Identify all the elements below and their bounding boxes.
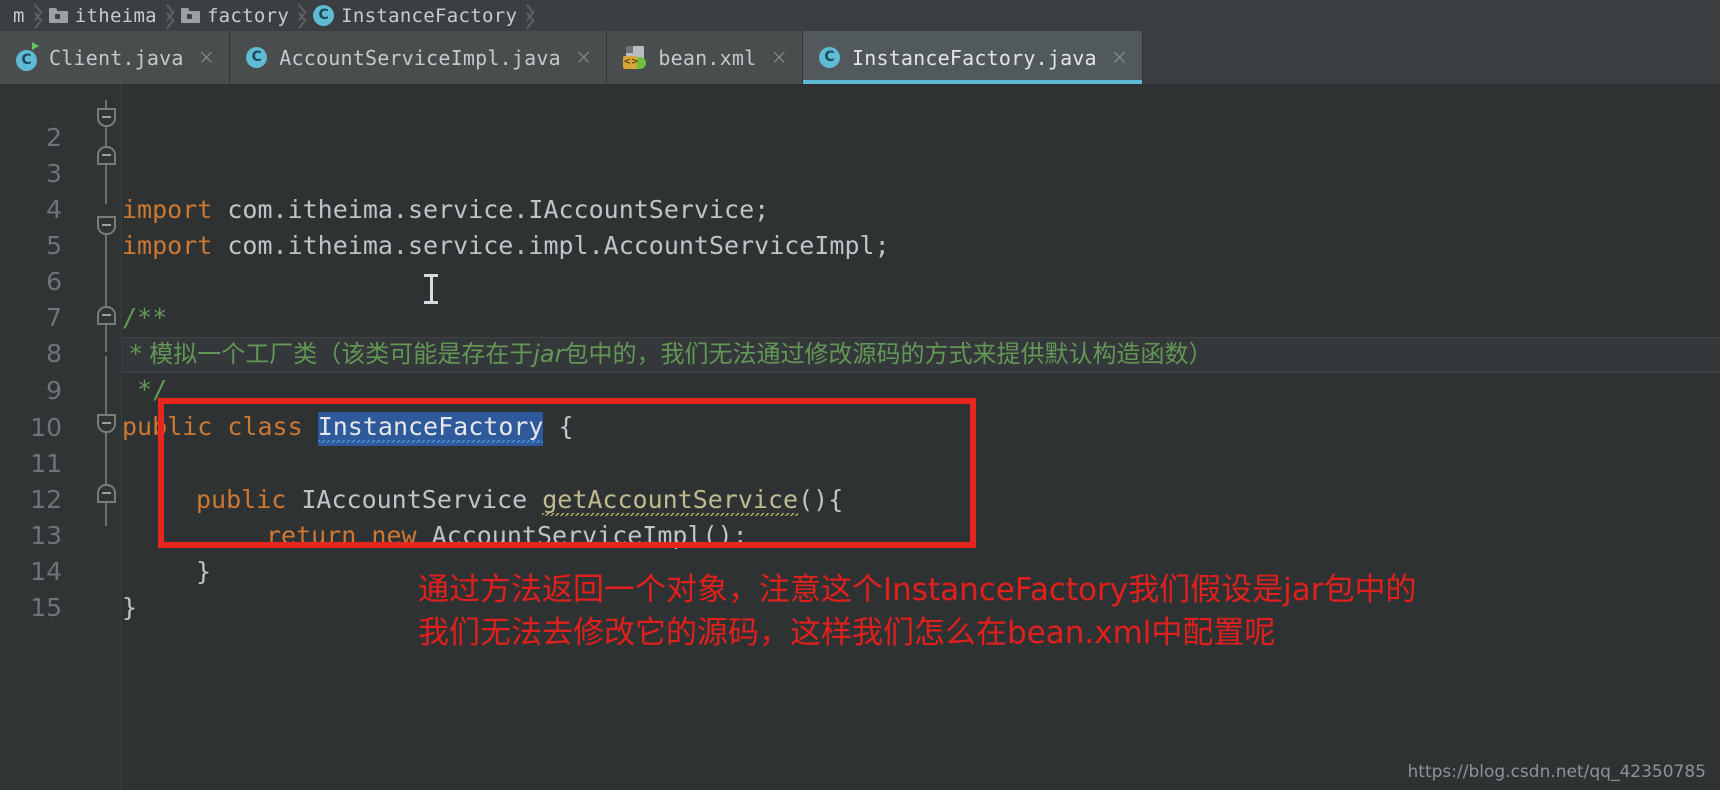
code-line: 10 <box>0 374 1720 442</box>
close-icon[interactable]: × <box>575 47 593 68</box>
tab-label: Client.java <box>49 45 184 70</box>
annotation-text-line-2: 我们无法去修改它的源码，这样我们怎么在bean.xml中配置呢 <box>418 615 1276 651</box>
tab-label: InstanceFactory.java <box>851 45 1097 70</box>
tab-label: AccountServiceImpl.java <box>279 45 561 70</box>
close-icon[interactable]: × <box>1111 47 1129 68</box>
tab-label: bean.xml <box>658 45 757 70</box>
breadcrumb-item-label: m <box>13 4 25 27</box>
tab-accountserviceimpl-java[interactable]: C AccountServiceImpl.java × <box>230 31 608 84</box>
folder-icon <box>48 8 68 23</box>
chevron-right-icon <box>293 0 307 31</box>
code-line: 5 <box>0 192 1720 260</box>
watermark-url: https://blog.csdn.net/qq_42350785 <box>1407 762 1706 782</box>
folder-icon <box>180 8 200 23</box>
chevron-right-icon <box>521 0 535 31</box>
ide-window: m itheima factory C InstanceFactory C Cl… <box>0 0 1720 790</box>
tab-instancefactory-java[interactable]: C InstanceFactory.java × <box>802 31 1144 84</box>
line-content: } <box>122 593 138 623</box>
chevron-right-icon <box>161 0 175 31</box>
tab-client-java[interactable]: C Client.java × <box>0 31 231 84</box>
code-line: 4 import com.itheima.service.impl.Accoun… <box>0 156 1720 260</box>
code-line: 9 public class InstanceFactory { <box>0 337 1720 447</box>
code-line: 2 <box>0 84 1720 152</box>
breadcrumb-item-label: itheima <box>74 4 157 27</box>
code-line: 8 */ <box>0 300 1720 404</box>
code-line: 3 import com.itheima.service.IAccountSer… <box>0 120 1720 224</box>
chevron-right-icon <box>29 0 43 31</box>
breadcrumb-item-factory[interactable]: factory <box>175 0 293 31</box>
code-line: 6 /** <box>0 228 1720 332</box>
tab-bean-xml[interactable]: <> bean.xml × <box>607 31 803 84</box>
java-class-icon: C <box>246 47 268 68</box>
code-line: 14 } <box>0 518 1720 622</box>
run-arrow-icon <box>32 41 39 50</box>
breadcrumb-item-module[interactable]: m <box>0 0 29 31</box>
text-cursor-icon <box>424 274 438 304</box>
annotation-text-line-1: 通过方法返回一个对象，注意这个InstanceFactory我们假设是jar包中… <box>418 572 1417 608</box>
breadcrumb-item-label: InstanceFactory <box>341 4 518 27</box>
xml-file-icon: <> <box>623 45 647 70</box>
code-line: 7 * 模拟一个工厂类（该类可能是存在于jar包中的，我们无法通过修改源码的方式… <box>0 264 1720 368</box>
close-icon[interactable]: × <box>770 47 788 68</box>
code-line: 13 } <box>0 482 1720 586</box>
breadcrumb-item-instancefactory[interactable]: C InstanceFactory <box>307 0 521 31</box>
code-line: 11 public IAccountService getAccountServ… <box>0 410 1720 517</box>
java-class-icon: C <box>16 41 39 71</box>
java-class-icon: C <box>313 5 335 26</box>
breadcrumb-item-label: factory <box>206 4 290 27</box>
code-editor[interactable]: 2 3 import com.itheima.service.IAccountS… <box>0 84 1720 790</box>
line-number: 15 <box>30 593 62 623</box>
close-icon[interactable]: × <box>198 47 216 68</box>
editor-tab-bar: C Client.java × C AccountServiceImpl.jav… <box>0 31 1720 84</box>
breadcrumb-item-itheima[interactable]: itheima <box>43 0 161 31</box>
code-line: 12 return new AccountServiceImpl(); <box>0 446 1720 550</box>
java-class-icon: C <box>818 47 840 68</box>
breadcrumb-bar: m itheima factory C InstanceFactory <box>0 0 1720 31</box>
